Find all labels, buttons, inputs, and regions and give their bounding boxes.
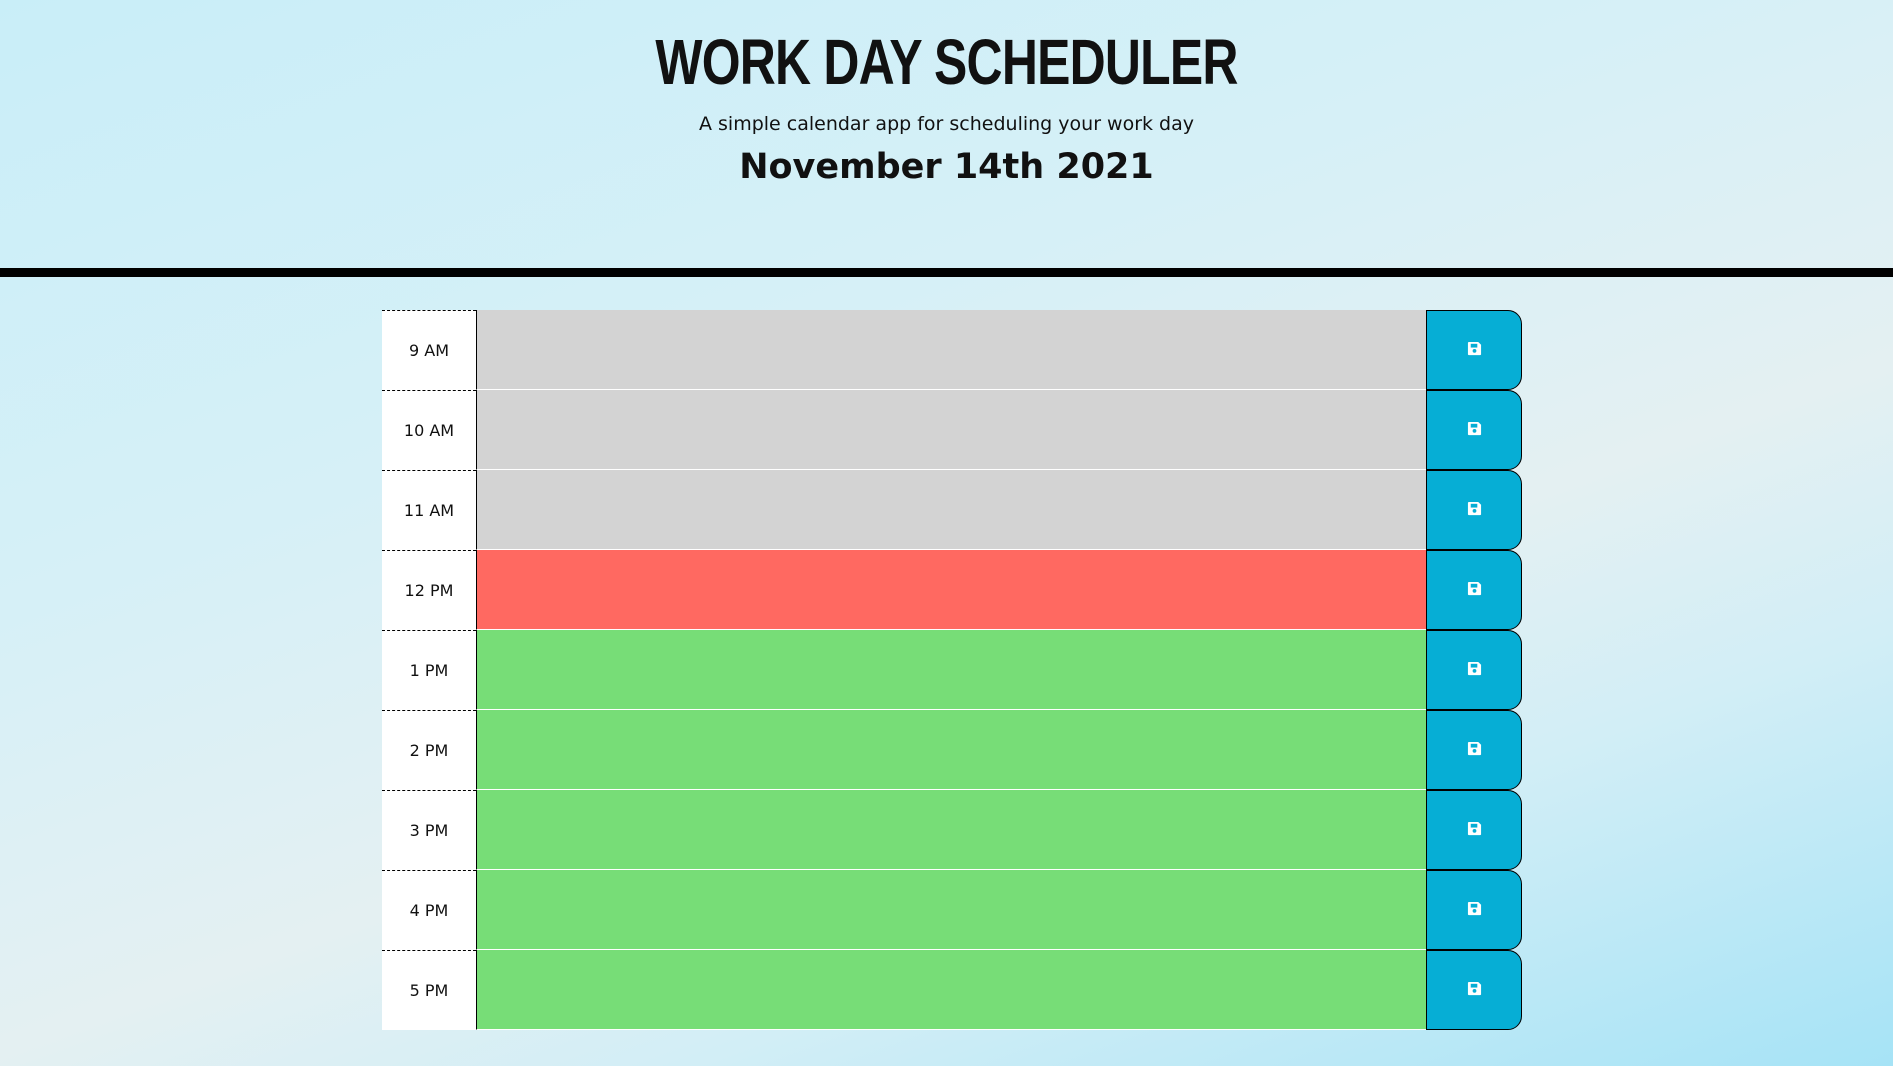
header: Work Day Scheduler A simple calendar app… (0, 0, 1893, 268)
floppy-disk-icon (1467, 901, 1482, 919)
page-subtitle: A simple calendar app for scheduling you… (698, 113, 1195, 135)
event-description-input[interactable] (476, 550, 1426, 630)
save-button[interactable] (1426, 870, 1522, 950)
time-block-row: 11 AM (382, 470, 1522, 550)
header-divider (0, 268, 1893, 277)
floppy-disk-icon (1467, 661, 1482, 679)
floppy-disk-icon (1467, 741, 1482, 759)
save-button[interactable] (1426, 470, 1522, 550)
save-button[interactable] (1426, 310, 1522, 390)
hour-label: 12 PM (382, 550, 476, 630)
save-button[interactable] (1426, 710, 1522, 790)
schedule-container: 9 AM 10 AM 11 AM 12 PM 1 PM 2 PM 3 PM 4 PM 5 PM (382, 310, 1522, 1030)
time-block-row: 9 AM (382, 310, 1522, 390)
hour-label: 9 AM (382, 310, 476, 390)
floppy-disk-icon (1467, 981, 1482, 999)
event-description-input[interactable] (476, 630, 1426, 710)
save-button[interactable] (1426, 550, 1522, 630)
floppy-disk-icon (1467, 341, 1482, 359)
floppy-disk-icon (1467, 821, 1482, 839)
save-button[interactable] (1426, 950, 1522, 1030)
hour-label: 5 PM (382, 950, 476, 1030)
time-block-row: 4 PM (382, 870, 1522, 950)
event-description-input[interactable] (476, 310, 1426, 390)
event-description-input[interactable] (476, 790, 1426, 870)
time-block-row: 12 PM (382, 550, 1522, 630)
time-block-row: 2 PM (382, 710, 1522, 790)
time-block-row: 10 AM (382, 390, 1522, 470)
time-block-row: 5 PM (382, 950, 1522, 1030)
time-block-row: 3 PM (382, 790, 1522, 870)
hour-label: 2 PM (382, 710, 476, 790)
floppy-disk-icon (1467, 421, 1482, 439)
save-button[interactable] (1426, 390, 1522, 470)
floppy-disk-icon (1467, 501, 1482, 519)
page-title: Work Day Scheduler (655, 26, 1238, 98)
hour-label: 3 PM (382, 790, 476, 870)
floppy-disk-icon (1467, 581, 1482, 599)
current-day: November 14th 2021 (739, 147, 1154, 187)
time-block-row: 1 PM (382, 630, 1522, 710)
hour-label: 1 PM (382, 630, 476, 710)
hour-label: 4 PM (382, 870, 476, 950)
event-description-input[interactable] (476, 950, 1426, 1030)
event-description-input[interactable] (476, 870, 1426, 950)
hour-label: 10 AM (382, 390, 476, 470)
hour-label: 11 AM (382, 470, 476, 550)
save-button[interactable] (1426, 630, 1522, 710)
save-button[interactable] (1426, 790, 1522, 870)
event-description-input[interactable] (476, 710, 1426, 790)
event-description-input[interactable] (476, 390, 1426, 470)
event-description-input[interactable] (476, 470, 1426, 550)
